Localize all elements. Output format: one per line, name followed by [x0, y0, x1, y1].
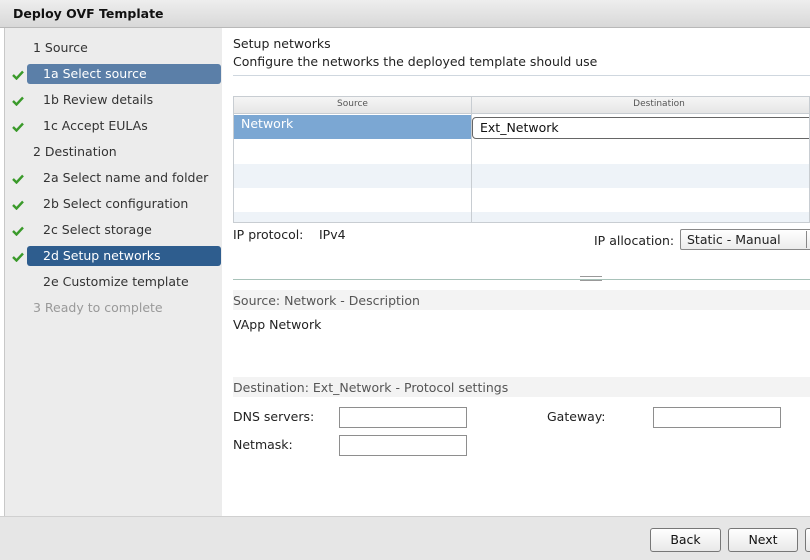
step-destination[interactable]: 2 Destination: [33, 142, 227, 162]
step-select-source[interactable]: 1a Select source: [27, 64, 221, 84]
protocol-settings-title: Destination: Ext_Network - Protocol sett…: [233, 380, 509, 395]
step-label: 1c Accept EULAs: [43, 118, 148, 133]
gateway-input[interactable]: [653, 407, 781, 428]
dns-servers-input[interactable]: [339, 407, 467, 428]
step-label: 2c Select storage: [43, 222, 152, 237]
window-titlebar: Deploy OVF Template: [0, 0, 810, 28]
table-row: [234, 164, 809, 188]
network-mapping-table: Source Destination Network Ext_Network: [233, 96, 810, 223]
step-setup-networks[interactable]: 2d Setup networks: [27, 246, 221, 266]
step-label: 2 Destination: [33, 144, 117, 159]
step-label: 2d Setup networks: [43, 248, 161, 263]
table-header: Source Destination: [234, 97, 809, 114]
page-title: Setup networks: [233, 36, 331, 51]
step-label: 2b Select configuration: [43, 196, 189, 211]
splitter-grip-icon[interactable]: [580, 276, 602, 281]
pane-splitter[interactable]: [233, 279, 810, 280]
step-label: 1 Source: [33, 40, 88, 55]
netmask-label: Netmask:: [233, 437, 293, 452]
step-label: 2e Customize template: [43, 274, 189, 289]
ip-protocol-value: IPv4: [319, 227, 346, 242]
check-icon: [12, 174, 24, 184]
check-icon: [12, 122, 24, 132]
check-icon: [12, 252, 24, 262]
step-label: 1a Select source: [43, 66, 147, 81]
wizard-steps-sidebar: 1 Source 1a Select source 1b Review deta…: [4, 28, 222, 516]
destination-network-dropdown[interactable]: Ext_Network: [472, 117, 809, 139]
source-description-title: Source: Network - Description: [233, 293, 420, 308]
back-button[interactable]: Back: [650, 528, 721, 552]
ip-allocation-select[interactable]: Static - Manual: [680, 229, 810, 250]
page-subtitle: Configure the networks the deployed temp…: [233, 54, 598, 69]
step-label: 3 Ready to complete: [33, 300, 163, 315]
netmask-input[interactable]: [339, 435, 467, 456]
step-source[interactable]: 1 Source: [33, 38, 227, 58]
table-row: [234, 212, 809, 222]
column-header-source[interactable]: Source: [234, 99, 471, 109]
check-icon: [12, 70, 24, 80]
ip-protocol-label: IP protocol:: [233, 227, 304, 242]
source-network-cell[interactable]: Network: [234, 115, 471, 139]
window-title: Deploy OVF Template: [13, 6, 164, 21]
check-icon: [12, 226, 24, 236]
column-header-destination[interactable]: Destination: [471, 99, 809, 109]
gateway-label: Gateway:: [547, 409, 606, 424]
check-icon: [12, 96, 24, 106]
next-button[interactable]: Next: [728, 528, 798, 552]
ip-allocation-value: Static - Manual: [687, 232, 781, 247]
step-customize-template[interactable]: 2e Customize template: [27, 272, 221, 292]
step-accept-eulas[interactable]: 1c Accept EULAs: [27, 116, 221, 136]
ip-allocation-label: IP allocation:: [594, 233, 675, 248]
source-description-text: VApp Network: [233, 317, 322, 332]
dns-servers-label: DNS servers:: [233, 409, 315, 424]
step-label: 2a Select name and folder: [43, 170, 209, 185]
check-icon: [12, 200, 24, 210]
step-select-configuration[interactable]: 2b Select configuration: [27, 194, 221, 214]
column-divider: [471, 97, 472, 222]
step-review-details[interactable]: 1b Review details: [27, 90, 221, 110]
step-select-name-folder[interactable]: 2a Select name and folder: [27, 168, 221, 188]
wizard-footer: Back Next: [0, 516, 810, 560]
step-ready-to-complete: 3 Ready to complete: [33, 298, 227, 318]
finish-button-partial[interactable]: [805, 528, 810, 552]
step-label: 1b Review details: [43, 92, 154, 107]
divider: [233, 75, 810, 76]
step-select-storage[interactable]: 2c Select storage: [27, 220, 221, 240]
dropdown-separator: [806, 231, 807, 248]
main-content: Setup networks Configure the networks th…: [222, 28, 810, 516]
